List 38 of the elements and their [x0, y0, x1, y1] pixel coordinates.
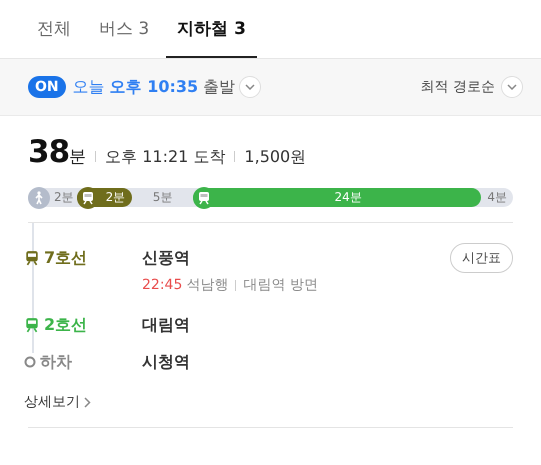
dropdown-button[interactable]	[239, 76, 262, 98]
chevron-down-icon	[245, 84, 256, 90]
station-name: 시청역	[142, 352, 190, 372]
details-link[interactable]: 상세보기	[24, 393, 91, 411]
tab[interactable]: 전체	[26, 0, 82, 58]
station-name: 신풍역	[142, 248, 190, 268]
tab[interactable]: 버스 3	[88, 0, 160, 58]
departure-day: 오늘	[72, 76, 105, 98]
train-icon	[196, 190, 211, 204]
fare: 1,500원	[244, 147, 306, 168]
timetable-button[interactable]: 시간표	[450, 243, 513, 273]
departure-label: 출발	[203, 76, 236, 98]
duration-unit: 분	[69, 146, 86, 168]
arrival-time: 오후 11:21 도착	[105, 147, 226, 168]
segment-duration: 5분	[152, 189, 172, 206]
sort-label: 최적 경로순	[420, 78, 495, 96]
segment-duration: 24분	[334, 189, 362, 206]
segment-duration: 2분	[106, 189, 126, 206]
line-name: 하차	[40, 352, 72, 372]
stop-circle-icon	[24, 356, 36, 368]
departure-time: 오후 10:35	[110, 76, 198, 98]
toggle-switch[interactable]: ON	[28, 76, 66, 98]
train-icon	[24, 317, 40, 333]
walking-person-icon	[34, 190, 44, 204]
train-direction: 석남행	[186, 276, 228, 294]
dropdown-button[interactable]	[501, 76, 523, 98]
segment-duration: 2분	[54, 189, 74, 206]
chevron-down-icon	[507, 84, 517, 90]
duration: 38	[28, 134, 70, 170]
toward-station: 대림역 방면	[243, 276, 318, 294]
line-name: 7호선	[44, 248, 88, 268]
line-name: 2호선	[44, 314, 88, 336]
segment-duration: 4분	[487, 189, 508, 206]
train-icon	[24, 250, 40, 266]
chevron-right-icon	[84, 396, 91, 408]
departure-clock: 22:45	[142, 277, 182, 293]
station-name: 대림역	[142, 314, 190, 336]
train-icon	[80, 190, 94, 204]
